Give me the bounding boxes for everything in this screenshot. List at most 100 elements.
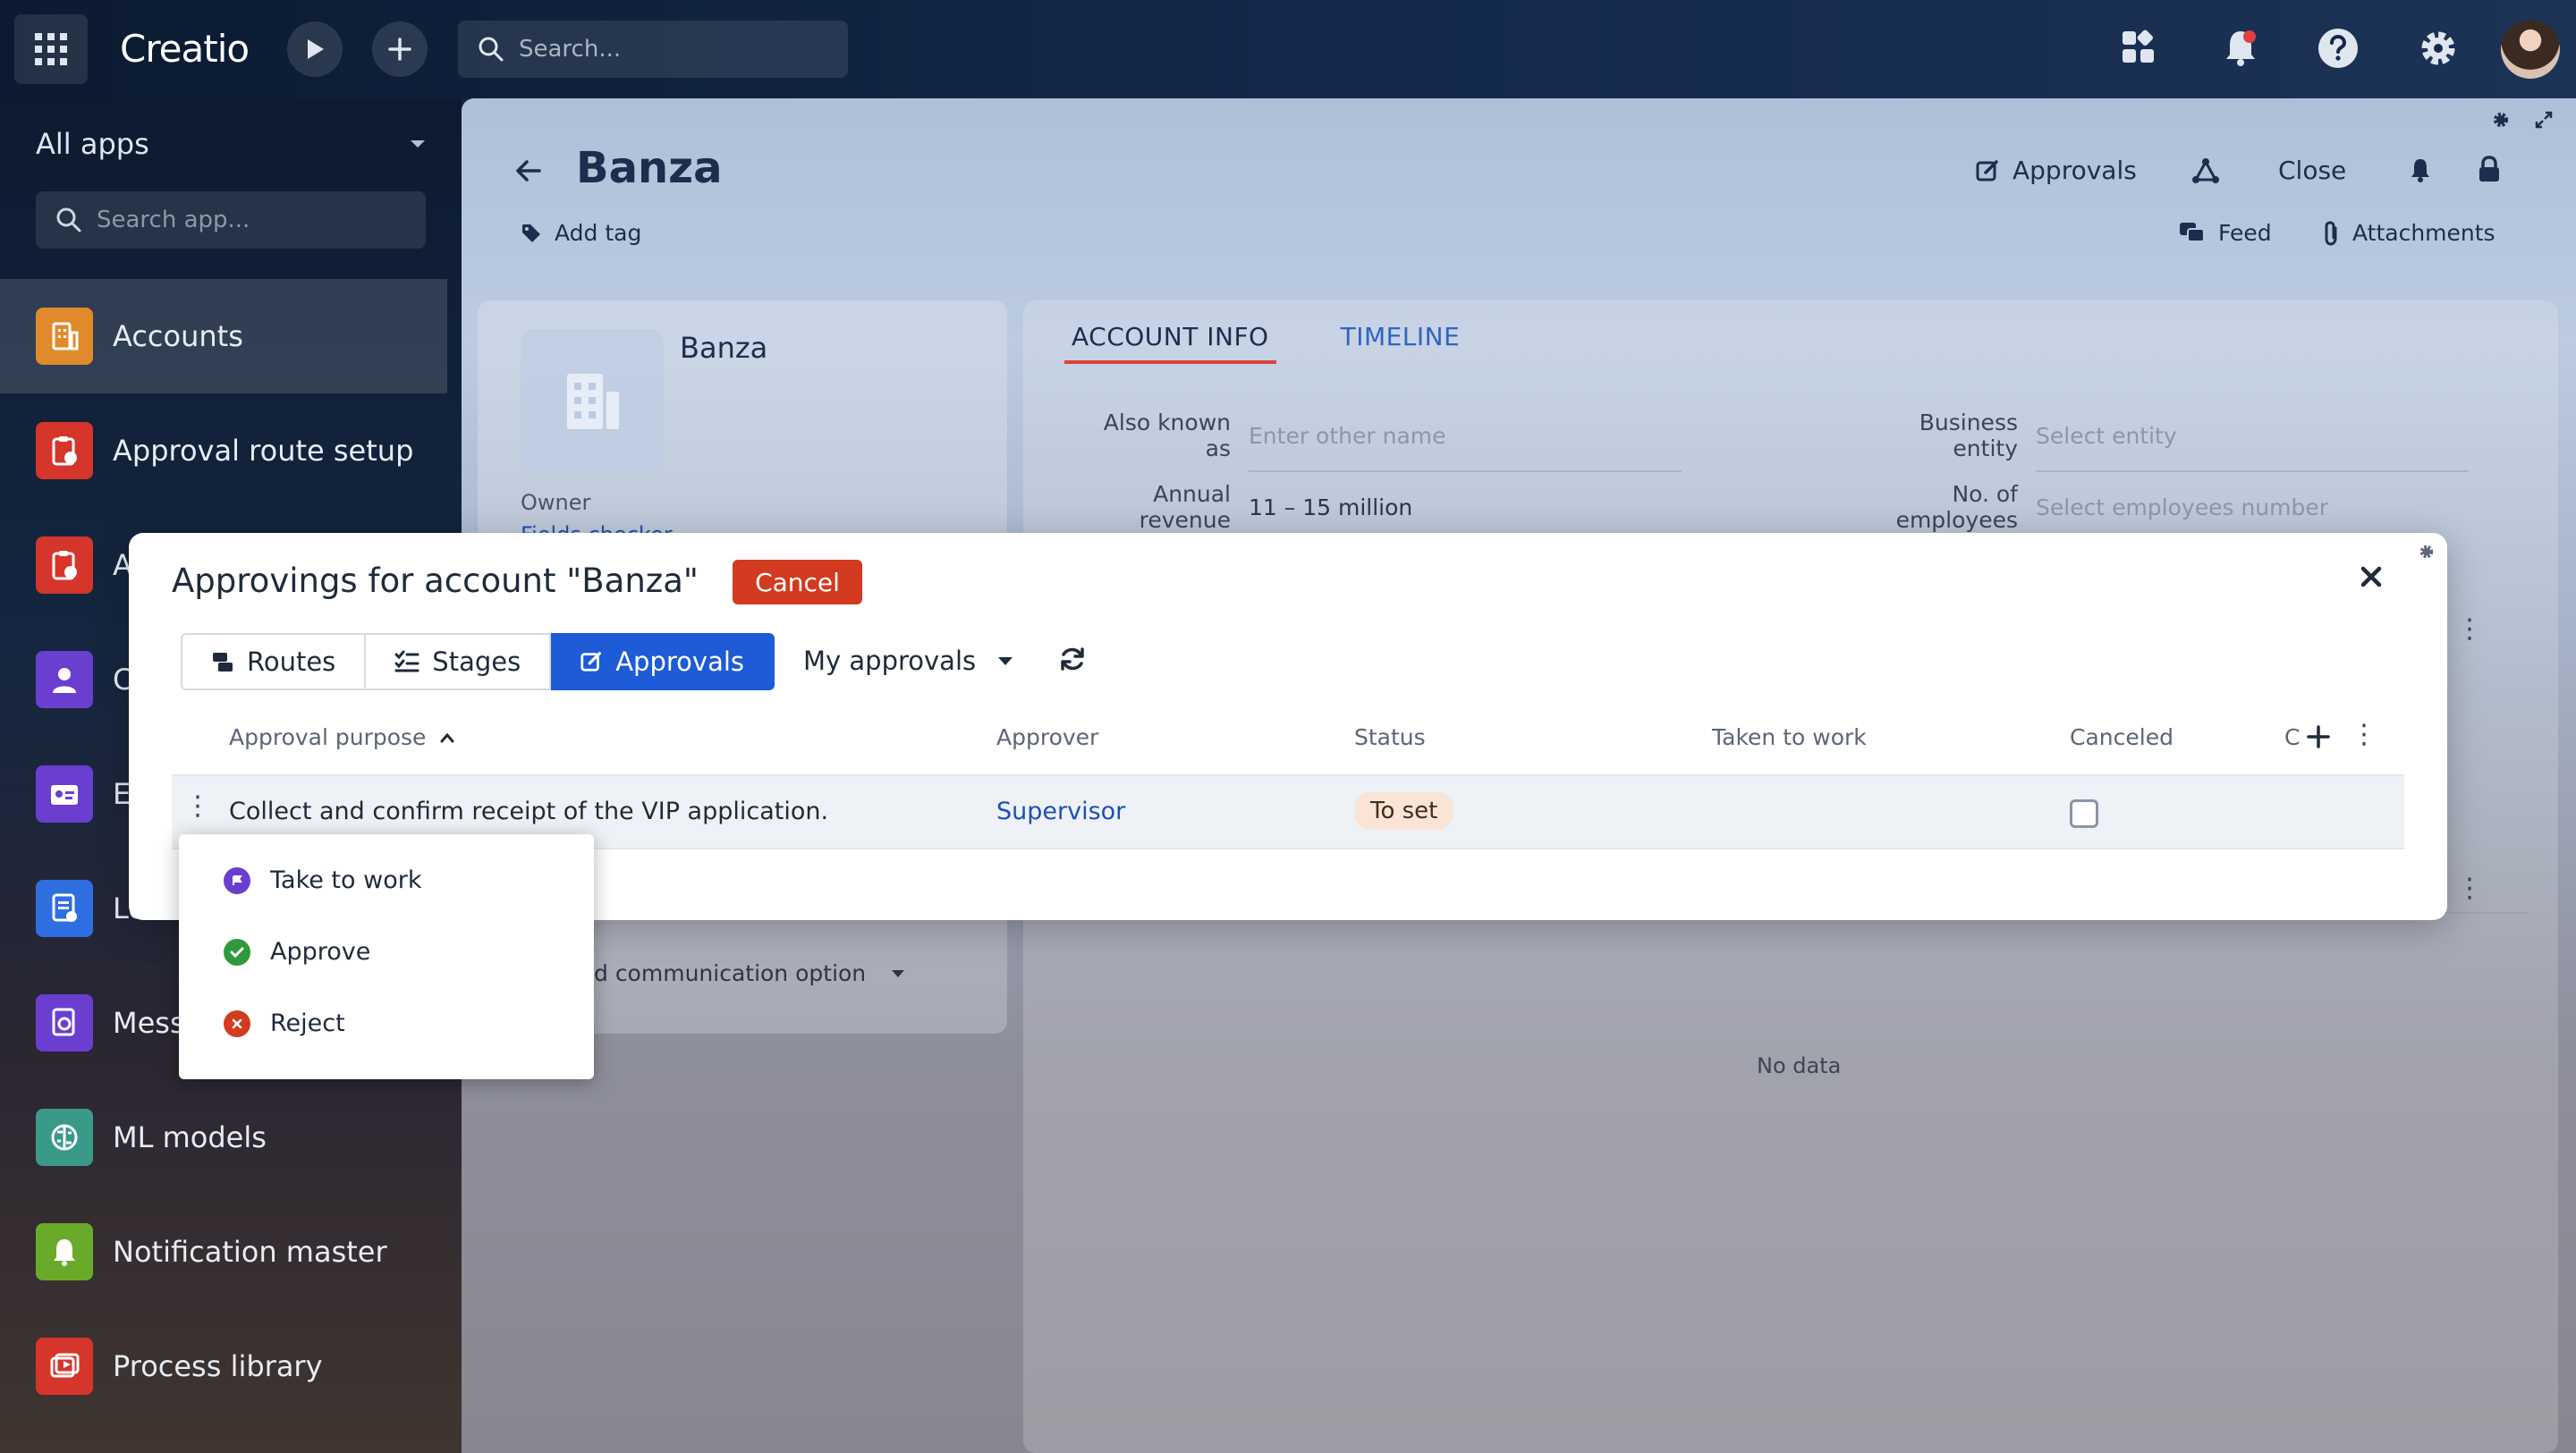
app-grid-button[interactable] bbox=[14, 14, 88, 84]
field-employees[interactable]: No. of employees Select employees number bbox=[1864, 481, 2328, 533]
record-tabs: ACCOUNT INFO TIMELINE bbox=[1064, 318, 1467, 364]
building-icon bbox=[36, 308, 93, 365]
row-actions-icon[interactable]: ⋮ bbox=[184, 790, 211, 822]
column-header-status[interactable]: Status bbox=[1354, 724, 1426, 750]
refresh-icon[interactable] bbox=[1059, 646, 1086, 672]
reject-menu-item[interactable]: Reject bbox=[224, 1009, 345, 1037]
column-header-approver[interactable]: Approver bbox=[996, 724, 1098, 750]
help-button[interactable] bbox=[2317, 27, 2360, 70]
bell-icon bbox=[36, 1223, 93, 1280]
sidebar-item-ml-models[interactable]: ML models bbox=[0, 1080, 447, 1195]
notification-dot bbox=[2243, 30, 2256, 43]
approvals-tab-button[interactable]: Approvals bbox=[551, 633, 775, 690]
account-name: Banza bbox=[680, 331, 768, 365]
field-label: Also known as bbox=[1103, 410, 1231, 461]
close-record-label: Close bbox=[2278, 156, 2347, 185]
row-approver-link[interactable]: Supervisor bbox=[996, 798, 1125, 825]
org-chart-icon[interactable] bbox=[2191, 157, 2220, 184]
field-underline bbox=[1249, 470, 1682, 472]
routes-tab-button[interactable]: Routes bbox=[181, 633, 367, 690]
status-badge: To set bbox=[1354, 792, 1454, 830]
sidebar-item-label: Mess bbox=[113, 1006, 185, 1040]
attachments-button[interactable]: Attachments bbox=[2322, 220, 2496, 246]
all-apps-dropdown[interactable]: All apps bbox=[36, 127, 426, 161]
menu-item-label: Take to work bbox=[270, 866, 422, 894]
tab-account-info[interactable]: ACCOUNT INFO bbox=[1064, 318, 1276, 364]
sidebar-item-process-library[interactable]: Process library bbox=[0, 1309, 447, 1423]
app-search-input[interactable] bbox=[97, 207, 401, 233]
stages-tab-button[interactable]: Stages bbox=[366, 633, 552, 690]
edit-square-icon bbox=[580, 652, 602, 672]
process-icon bbox=[36, 1338, 93, 1395]
create-button[interactable] bbox=[372, 21, 428, 77]
global-search-input[interactable] bbox=[519, 36, 823, 63]
column-header-taken-to-work[interactable]: Taken to work bbox=[1712, 724, 1867, 750]
column-header-label: Taken to work bbox=[1712, 724, 1867, 750]
approvals-action-button[interactable]: Approvals bbox=[1975, 156, 2137, 185]
field-also-known-as[interactable]: Also known as Enter other name bbox=[1077, 410, 1682, 472]
sidebar-item-notification-master[interactable]: Notification master bbox=[0, 1195, 447, 1309]
add-column-icon[interactable] bbox=[2306, 724, 2331, 749]
column-header-purpose[interactable]: Approval purpose bbox=[229, 724, 454, 750]
person-icon bbox=[36, 651, 93, 708]
feed-button[interactable]: Feed bbox=[2179, 220, 2272, 246]
edit-square-icon bbox=[1976, 159, 1998, 181]
global-search[interactable] bbox=[458, 21, 848, 78]
annual-revenue-select[interactable]: 11 – 15 million bbox=[1249, 494, 1412, 520]
approve-menu-item[interactable]: Approve bbox=[224, 938, 370, 966]
tab-timeline[interactable]: TIMELINE bbox=[1334, 318, 1468, 364]
widgets-button[interactable] bbox=[2118, 27, 2159, 68]
caret-down-icon bbox=[998, 656, 1013, 665]
field-label: No. of employees bbox=[1895, 481, 2018, 533]
business-entity-select[interactable]: Select entity bbox=[2036, 423, 2177, 449]
check-icon bbox=[224, 938, 250, 966]
cancel-button[interactable]: Cancel bbox=[733, 560, 862, 604]
owner-label: Owner bbox=[521, 490, 591, 515]
column-header-label: Approver bbox=[996, 724, 1099, 750]
account-logo[interactable] bbox=[521, 329, 664, 472]
canceled-checkbox[interactable] bbox=[2070, 799, 2098, 828]
also-known-as-input[interactable]: Enter other name bbox=[1249, 423, 1446, 449]
attachments-label: Attachments bbox=[2352, 220, 2496, 246]
communication-option-label: d communication option bbox=[594, 960, 867, 986]
app-search[interactable] bbox=[36, 191, 426, 249]
employees-select[interactable]: Select employees number bbox=[2036, 494, 2328, 520]
add-tag-button[interactable]: Add tag bbox=[521, 220, 641, 246]
communication-option-dropdown[interactable]: d communication option bbox=[594, 960, 905, 986]
checklist-icon bbox=[394, 650, 419, 672]
tag-icon bbox=[522, 224, 540, 242]
run-process-button[interactable] bbox=[287, 21, 343, 77]
paperclip-icon bbox=[2325, 220, 2337, 246]
close-icon[interactable] bbox=[2360, 565, 2383, 588]
expand-icon[interactable] bbox=[2535, 111, 2553, 129]
search-icon bbox=[56, 207, 81, 232]
my-approvals-filter[interactable]: My approvals bbox=[803, 646, 1013, 676]
more-vertical-icon[interactable]: ⋮ bbox=[2456, 613, 2483, 645]
user-avatar[interactable] bbox=[2501, 20, 2560, 79]
column-header-label: Status bbox=[1354, 724, 1426, 750]
approvals-label: Approvals bbox=[615, 646, 745, 677]
search-icon bbox=[479, 37, 504, 62]
gear-icon[interactable] bbox=[2419, 544, 2435, 560]
view-segmented-control: Routes Stages Approvals bbox=[181, 633, 775, 690]
gear-icon[interactable] bbox=[2492, 111, 2510, 129]
sidebar-item-approval-route-setup[interactable]: Approval route setup bbox=[0, 393, 447, 508]
back-arrow-icon[interactable] bbox=[515, 159, 542, 182]
settings-button[interactable] bbox=[2417, 27, 2460, 70]
more-vertical-icon[interactable]: ⋮ bbox=[2351, 719, 2377, 750]
notifications-button[interactable] bbox=[2218, 25, 2263, 70]
more-vertical-icon[interactable]: ⋮ bbox=[2456, 873, 2483, 904]
close-record-button[interactable]: Close bbox=[2278, 156, 2346, 185]
sidebar-item-accounts[interactable]: Accounts bbox=[0, 279, 447, 393]
field-annual-revenue[interactable]: Annual revenue 11 – 15 million bbox=[1077, 481, 1413, 533]
column-header-canceled[interactable]: Canceled bbox=[2070, 724, 2174, 750]
bell-icon[interactable] bbox=[2410, 157, 2431, 182]
lock-icon[interactable] bbox=[2478, 156, 2501, 182]
column-header-truncated[interactable]: C bbox=[2284, 724, 2300, 750]
take-to-work-menu-item[interactable]: Take to work bbox=[224, 866, 421, 894]
sidebar-item-label: Approval route setup bbox=[113, 434, 414, 468]
clipboard-icon bbox=[36, 422, 93, 479]
document-icon bbox=[36, 880, 93, 937]
routes-label: Routes bbox=[247, 646, 336, 677]
field-business-entity[interactable]: Business entity Select entity bbox=[1864, 410, 2469, 472]
